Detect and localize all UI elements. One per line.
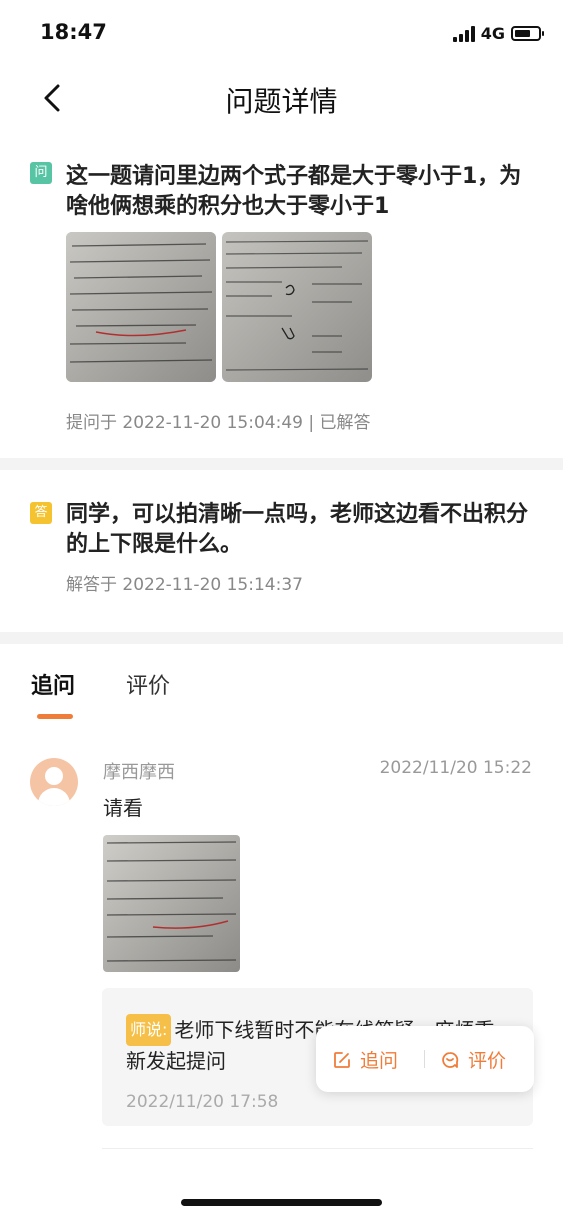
tab-indicator bbox=[37, 714, 73, 719]
status-indicators: 4G bbox=[452, 24, 544, 43]
question-image-1[interactable] bbox=[66, 232, 216, 382]
status-time: 18:47 bbox=[40, 20, 107, 44]
tab-bar: 追问 评价 bbox=[0, 664, 563, 724]
popup-divider bbox=[424, 1050, 425, 1068]
tab-followup[interactable]: 追问 bbox=[31, 668, 75, 700]
user-name: 摩西摩西 bbox=[103, 762, 175, 783]
section-divider bbox=[0, 632, 563, 644]
question-images bbox=[66, 232, 372, 382]
followup-button[interactable]: 追问 bbox=[332, 1046, 398, 1073]
page-title: 问题详情 bbox=[225, 85, 338, 118]
section-divider bbox=[0, 458, 563, 470]
signal-icon bbox=[452, 25, 475, 42]
nav-bar: 问题详情 bbox=[0, 66, 563, 130]
avatar[interactable] bbox=[30, 758, 78, 806]
edit-icon bbox=[334, 1051, 350, 1068]
tab-rating[interactable]: 评价 bbox=[126, 668, 170, 700]
followup-image[interactable] bbox=[103, 835, 240, 972]
battery-icon bbox=[511, 26, 544, 41]
home-indicator[interactable] bbox=[181, 1199, 382, 1206]
followup-text: 请看 bbox=[103, 796, 143, 820]
rate-button[interactable]: 评价 bbox=[440, 1046, 506, 1073]
followup-button-label: 追问 bbox=[360, 1050, 399, 1072]
answer-text: 同学，可以拍清晰一点吗，老师这边看不出积分的上下限是什么。 bbox=[66, 502, 529, 557]
answer-badge: 答 bbox=[30, 502, 52, 524]
teacher-tag: 师说: bbox=[126, 1014, 172, 1046]
rate-button-label: 评价 bbox=[468, 1050, 507, 1072]
status-bar: 18:47 4G bbox=[0, 0, 563, 66]
network-type: 4G bbox=[480, 24, 505, 43]
action-popup: 追问 评价 bbox=[316, 1026, 534, 1092]
followup-time: 2022/11/20 15:22 bbox=[379, 758, 532, 778]
question-badge: 问 bbox=[30, 162, 52, 184]
question-text: 这一题请问里边两个式子都是大于零小于1，为啥他俩想乘的积分也大于零小于1 bbox=[66, 164, 522, 219]
answer-meta: 解答于 2022-11-20 15:14:37 bbox=[66, 575, 303, 595]
reply-time: 2022/11/20 17:58 bbox=[126, 1092, 279, 1112]
question-meta: 提问于 2022-11-20 15:04:49 | 已解答 bbox=[66, 413, 371, 433]
list-divider bbox=[102, 1148, 533, 1149]
comment-icon bbox=[442, 1051, 459, 1068]
question-image-2[interactable] bbox=[222, 232, 372, 382]
